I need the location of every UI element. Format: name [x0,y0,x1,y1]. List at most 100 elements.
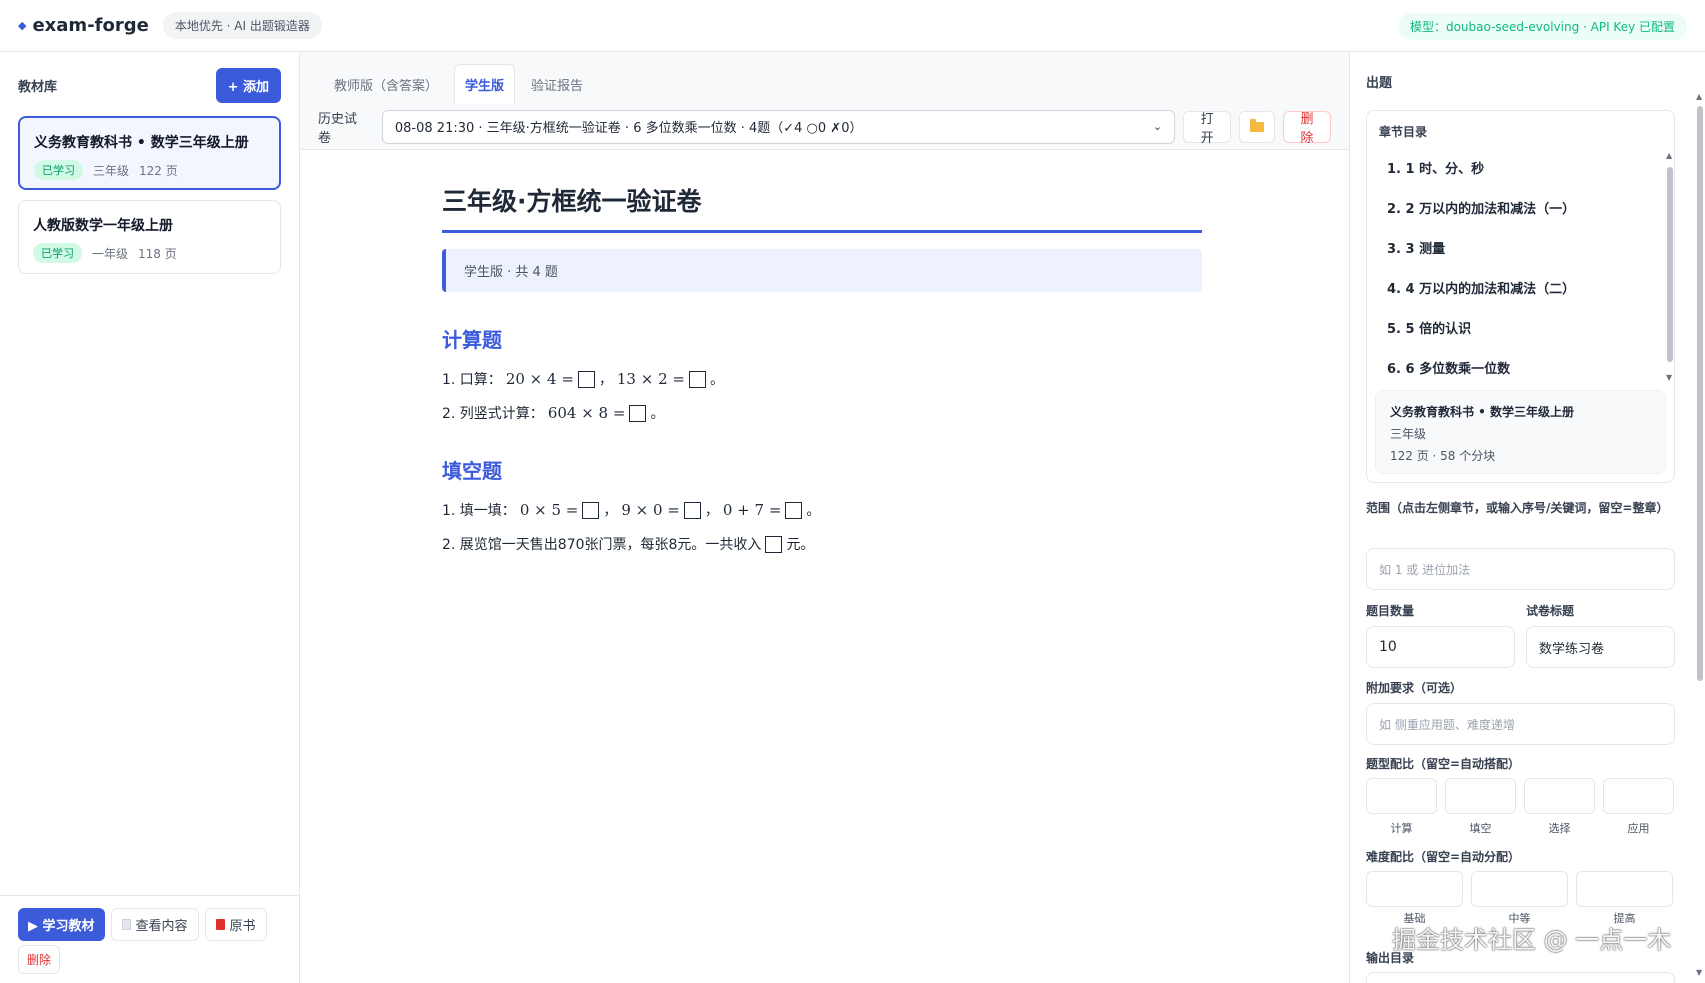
chevron-down-icon: ⌄ [1152,120,1163,133]
section-title: 填空题 [442,459,502,483]
period: 。 [650,406,665,422]
math-expression: 0 × 5 = [519,501,579,519]
type-choice-input[interactable] [1524,778,1595,814]
type-caption: 计算 [1390,822,1413,835]
view-content-label: 查看内容 [135,919,188,934]
paper-title-input[interactable]: 数学练习卷 [1526,626,1675,668]
library-title: 教材库 [18,79,58,95]
section-title: 计算题 [442,328,502,352]
count-input[interactable]: 10 [1366,626,1515,668]
open-paper-button[interactable]: 打开 [1183,110,1232,146]
type-application-input[interactable] [1603,778,1674,814]
question: 1. 口算： 20 × 4 = ， 13 × 2 = 。 [442,369,1202,389]
difficulty-medium-input[interactable] [1471,871,1568,907]
difficulty-hard-input[interactable] [1576,871,1673,907]
paper-panel: 教师版（含答案） 学生版 验证报告 历史试卷 08-08 21:30 · 三年级… [300,52,1349,983]
app-logo: ◆ exam-forge [18,15,149,36]
chapter-item[interactable]: 6. 6 多位数乘一位数 [1379,348,1662,388]
period: 。 [806,503,821,519]
book-pages: 122 页 [139,163,178,178]
math-expression: 13 × 2 = [616,370,685,388]
paper-title: 三年级·方框统一验证卷 [442,182,1202,233]
difficulty-basic-input[interactable] [1366,871,1463,907]
delete-book-button[interactable]: 删除 [18,945,61,974]
question-prefix: 1. 口算： [442,372,502,388]
toc-scrollbar[interactable]: ▲ ▼ [1666,151,1674,382]
chapter-item[interactable]: 1. 1 时、分、秒 [1379,148,1662,188]
chapter-list: 1. 1 时、分、秒 2. 2 万以内的加法和减法（一） 3. 3 测量 4. … [1379,148,1662,388]
tab-report[interactable]: 验证报告 [521,65,593,104]
book-info-title: 义务教育教科书 • 数学三年级上册 [1390,405,1575,419]
panel-scrollbar[interactable]: ▲ ▼ [1695,92,1705,977]
open-folder-button[interactable] [1239,110,1276,143]
question-prefix: 2. 展览馆一天售出870张门票，每张8元。一共收入 [442,537,762,553]
chapter-item[interactable]: 5. 5 倍的认识 [1379,308,1662,348]
output-dir-input[interactable] [1366,972,1675,983]
answer-box [582,501,600,519]
book-card[interactable]: 义务教育教科书 • 数学三年级上册 已学习 三年级 122 页 [18,116,281,190]
type-ratio-label: 题型配比（留空=自动搭配） [1366,757,1521,771]
history-bar: 历史试卷 08-08 21:30 · 三年级·方框统一验证卷 · 6 多位数乘一… [300,104,1349,150]
answer-box [577,370,595,388]
question: 1. 填一填： 0 × 5 = ， 9 × 0 = ， 0 + 7 = 。 [442,500,1202,520]
learn-book-button[interactable]: ▶ 学习教材 [18,908,105,941]
type-caption: 填空 [1469,822,1492,835]
folder-icon [1250,118,1265,132]
answer-box [765,535,783,553]
answer-box [683,501,701,519]
separator: ， [598,372,613,388]
delete-paper-button[interactable]: 删除 [1283,110,1331,146]
app-tagline: 本地优先 · AI 出题锻造器 [162,12,322,39]
question: 2. 展览馆一天售出870张门票，每张8元。一共收入 元。 [442,534,1202,554]
question-prefix: 1. 填一填： [442,503,516,519]
scroll-thumb[interactable] [1667,167,1673,362]
scroll-up-icon[interactable]: ▲ [1696,92,1702,101]
learned-badge: 已学习 [33,243,82,263]
answer-box [629,404,647,422]
view-content-button[interactable]: 查看内容 [110,908,199,941]
question-suffix: 元。 [786,537,815,553]
extra-input[interactable]: 如 侧重应用题、难度递增 [1366,703,1675,745]
scroll-thumb[interactable] [1697,106,1703,681]
selected-book-info: 义务教育教科书 • 数学三年级上册 三年级 122 页 · 58 个分块 [1375,390,1666,474]
math-expression: 0 + 7 = [722,501,782,519]
watermark: 掘金技术社区 @ 一点一木 [1392,926,1672,954]
difficulty-label: 难度配比（留空=自动分配） [1366,850,1521,864]
top-bar: ◆ exam-forge 本地优先 · AI 出题锻造器 模型：doubao-s… [0,0,1705,52]
type-calc-input[interactable] [1366,778,1437,814]
history-select[interactable]: 08-08 21:30 · 三年级·方框统一验证卷 · 6 多位数乘一位数 · … [381,109,1176,144]
chapter-item[interactable]: 4. 4 万以内的加法和减法（二） [1379,268,1662,308]
library-actions: ▶ 学习教材 查看内容 原书 删除 [0,895,299,983]
library-sidebar: 教材库 + 添加 义务教育教科书 • 数学三年级上册 已学习 三年级 122 页… [0,52,300,983]
paper-subtitle: 学生版 · 共 4 题 [442,249,1202,292]
type-fill-input[interactable] [1445,778,1516,814]
chapter-item[interactable]: 3. 3 测量 [1379,228,1662,268]
separator: ， [704,503,719,519]
period: 。 [709,372,724,388]
original-book-button[interactable]: 原书 [204,908,267,941]
book-title: 义务教育教科书 • 数学三年级上册 [34,135,249,151]
chapter-item[interactable]: 2. 2 万以内的加法和减法（一） [1379,188,1662,228]
book-title: 人教版数学一年级上册 [33,218,173,234]
add-book-button[interactable]: + 添加 [215,67,281,103]
book-pages: 118 页 [138,246,177,261]
generator-title: 出题 [1366,76,1393,91]
toc-title: 章节目录 [1379,125,1428,139]
book-card[interactable]: 人教版数学一年级上册 已学习 一年级 118 页 [18,200,281,274]
scroll-down-icon[interactable]: ▼ [1666,373,1672,382]
scope-label: 范围（点击左侧章节，或输入序号/关键词，留空=整章） [1366,501,1669,515]
generator-panel: 出题 章节目录 1. 1 时、分、秒 2. 2 万以内的加法和减法（一） 3. … [1349,52,1705,983]
tab-teacher[interactable]: 教师版（含答案） [324,65,448,104]
scroll-down-icon[interactable]: ▼ [1696,968,1702,977]
answer-box [688,370,706,388]
scroll-up-icon[interactable]: ▲ [1666,151,1672,160]
math-expression: 604 × 8 = [547,404,626,422]
learned-badge: 已学习 [34,160,83,180]
history-label: 历史试卷 [318,111,358,146]
diamond-icon: ◆ [18,19,27,32]
tab-student[interactable]: 学生版 [454,64,516,104]
history-selected-value: 08-08 21:30 · 三年级·方框统一验证卷 · 6 多位数乘一位数 · … [394,121,863,136]
app-name: exam-forge [32,15,149,36]
book-grade: 一年级 [92,246,129,261]
scope-input[interactable]: 如 1 或 进位加法 [1366,548,1675,590]
